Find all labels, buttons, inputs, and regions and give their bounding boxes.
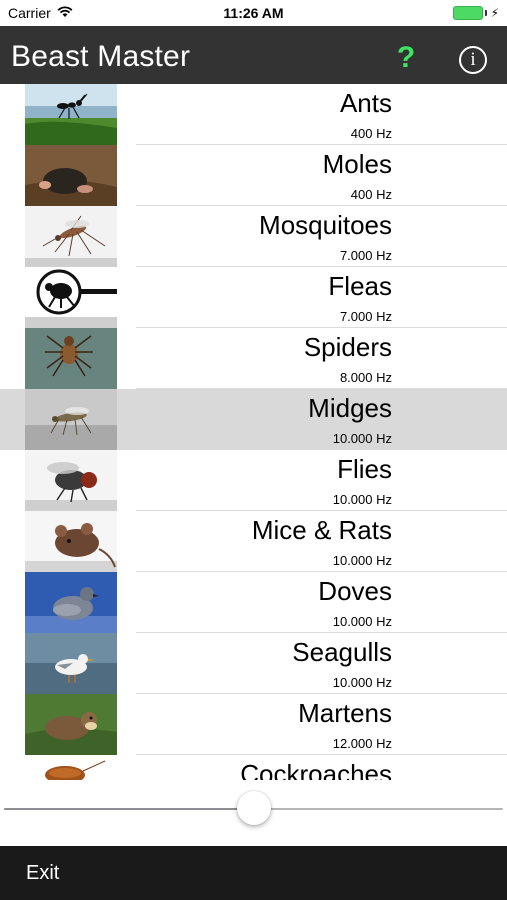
animal-row[interactable]: Doves 10.000 Hz — [0, 572, 507, 633]
animal-name: Mice & Rats — [251, 515, 392, 545]
info-icon[interactable]: i — [459, 46, 487, 74]
frequency-slider-area — [0, 780, 507, 846]
status-bar: Carrier 11:26 AM ⚡ — [0, 0, 507, 26]
animal-name: Midges — [308, 393, 392, 423]
animal-row[interactable]: Seagulls 10.000 Hz — [0, 633, 507, 694]
seagull-photo — [25, 633, 117, 694]
animal-frequency: 7.000 Hz — [339, 248, 392, 263]
animal-row[interactable]: Mice & Rats 10.000 Hz — [0, 511, 507, 572]
animal-frequency: 10.000 Hz — [332, 492, 392, 507]
app-title: Beast Master — [11, 40, 191, 73]
animal-frequency: 12.000 Hz — [332, 736, 392, 751]
mole-photo — [25, 145, 117, 206]
animal-name: Martens — [298, 698, 392, 728]
mouse-photo — [25, 511, 117, 572]
animal-name: Fleas — [328, 271, 392, 301]
status-time: 11:26 AM — [223, 5, 284, 21]
charging-icon: ⚡ — [490, 6, 499, 20]
animal-name: Ants — [339, 88, 392, 118]
animal-frequency: 8.000 Hz — [339, 370, 392, 385]
ant-photo — [25, 84, 117, 145]
bottom-bar: Exit — [0, 846, 507, 900]
animal-name: Flies — [337, 454, 392, 484]
frequency-slider-fill — [4, 808, 254, 810]
animal-list[interactable]: Ants 400 Hz Moles 400 Hz Mosquitoes 7.000 H… — [0, 84, 507, 780]
animal-name: Doves — [318, 576, 392, 606]
help-icon[interactable]: ? — [392, 42, 420, 74]
nav-bar: Beast Master ? i — [0, 26, 507, 84]
battery-level — [452, 6, 483, 20]
animal-row[interactable]: Spiders 8.000 Hz — [0, 328, 507, 389]
animal-frequency: 400 Hz — [350, 126, 392, 141]
fly-photo — [25, 450, 117, 511]
flea-icon — [25, 267, 117, 328]
animal-frequency: 10.000 Hz — [332, 675, 392, 690]
animal-frequency: 10.000 Hz — [332, 431, 392, 446]
animal-row[interactable]: Midges 10.000 Hz — [0, 389, 507, 450]
animal-frequency: 10.000 Hz — [332, 553, 392, 568]
animal-name: Spiders — [303, 332, 392, 362]
exit-button[interactable]: Exit — [26, 862, 59, 885]
animal-row[interactable]: Ants 400 Hz — [0, 84, 507, 145]
animal-row[interactable]: Fleas 7.000 Hz — [0, 267, 507, 328]
animal-frequency: 400 Hz — [350, 187, 392, 202]
animal-frequency: 7.000 Hz — [339, 309, 392, 324]
animal-row[interactable]: Mosquitoes 7.000 Hz — [0, 206, 507, 267]
mosquito-photo — [25, 206, 117, 267]
cockroach-photo — [25, 755, 117, 780]
dove-photo — [25, 572, 117, 633]
animal-row[interactable]: Martens 12.000 Hz — [0, 694, 507, 755]
animal-row[interactable]: Flies 10.000 Hz — [0, 450, 507, 511]
midge-photo — [25, 389, 117, 450]
battery-icon: ⚡ — [452, 6, 499, 20]
animal-name: Mosquitoes — [259, 210, 392, 240]
animal-frequency: 10.000 Hz — [332, 614, 392, 629]
animal-name: Moles — [322, 149, 392, 179]
animal-name: Seagulls — [292, 637, 392, 667]
marten-photo — [25, 694, 117, 755]
animal-name: Cockroaches — [240, 759, 392, 780]
frequency-slider-thumb[interactable] — [236, 791, 271, 825]
animal-row[interactable]: Moles 400 Hz — [0, 145, 507, 206]
spider-photo — [25, 328, 117, 389]
animal-row[interactable]: Cockroaches — [0, 755, 507, 780]
